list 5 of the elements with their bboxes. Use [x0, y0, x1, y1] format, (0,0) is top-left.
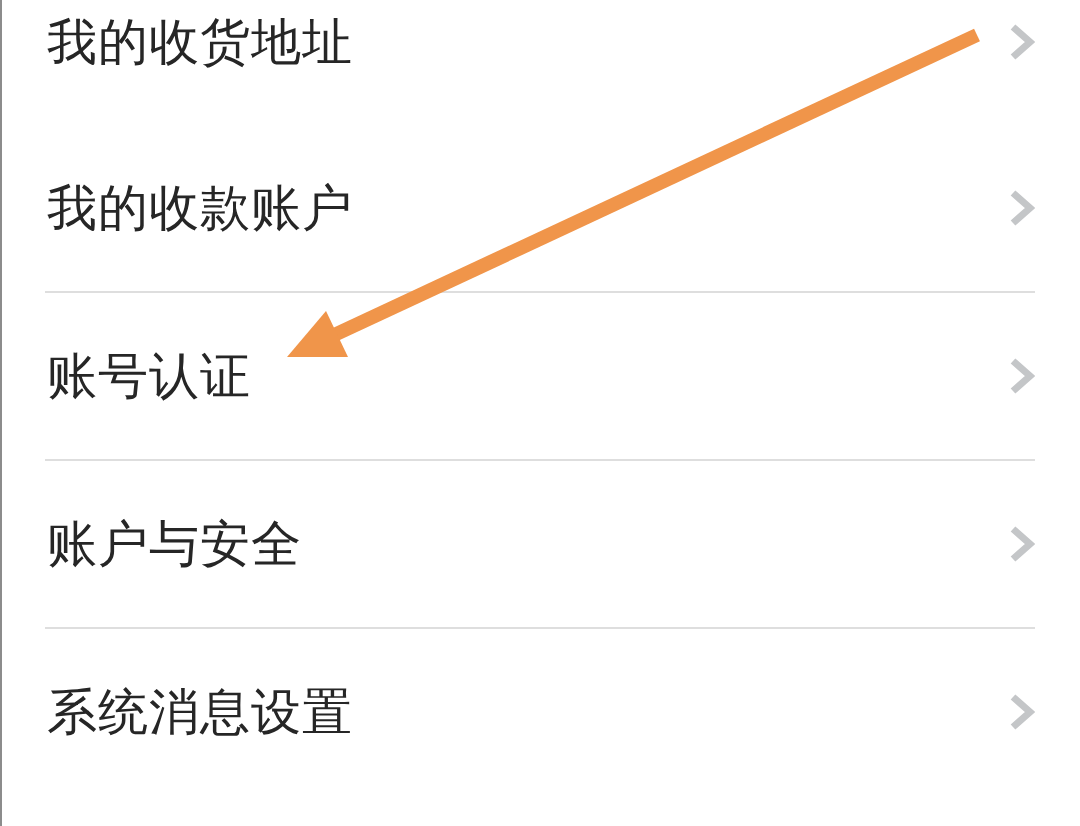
chevron-right-icon	[1009, 23, 1035, 61]
chevron-right-icon	[1009, 693, 1035, 731]
chevron-right-icon	[1009, 189, 1035, 227]
chevron-right-icon	[1009, 525, 1035, 563]
chevron-right-icon	[1009, 357, 1035, 395]
